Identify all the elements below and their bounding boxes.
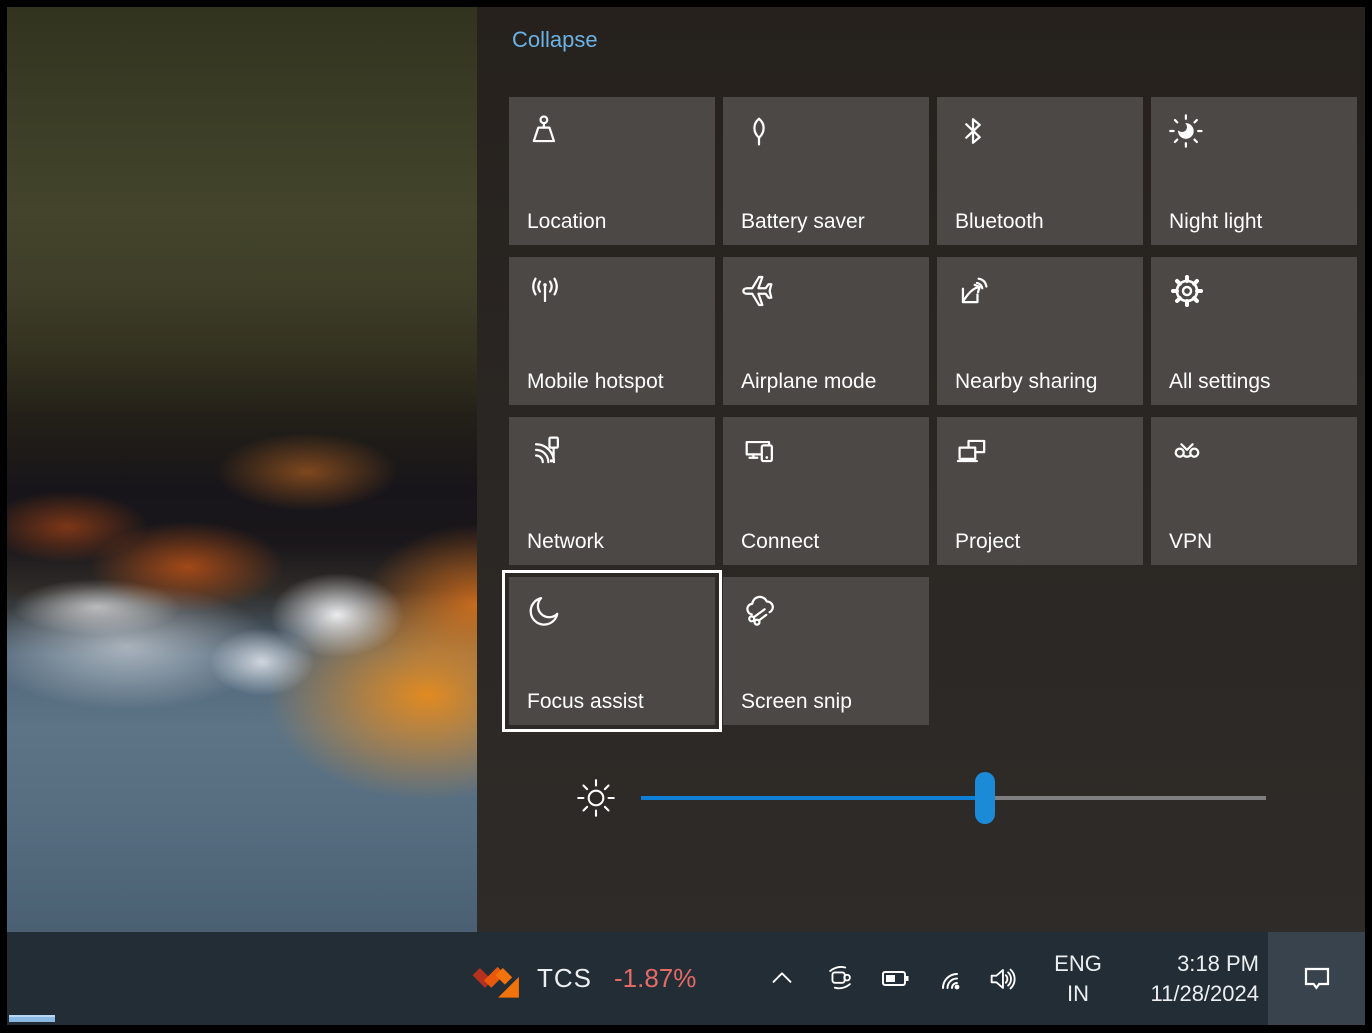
- screen-snip-icon: [740, 592, 778, 630]
- language-line2: IN: [1067, 979, 1089, 1009]
- show-hidden-icons-button[interactable]: [759, 932, 805, 1025]
- meet-now-icon: [824, 963, 856, 995]
- collapse-link[interactable]: Collapse: [512, 27, 598, 53]
- action-center-button[interactable]: [1268, 932, 1365, 1025]
- clock-time: 3:18 PM: [1177, 949, 1259, 979]
- network-icon: [526, 432, 564, 470]
- tile-bluetooth[interactable]: Bluetooth: [937, 97, 1143, 245]
- tile-connect[interactable]: Connect: [723, 417, 929, 565]
- taskbar: TCS -1.87%: [7, 932, 1365, 1025]
- quick-actions-grid: Location Battery saver Bluetooth: [509, 97, 1357, 725]
- tile-night-light[interactable]: Night light: [1151, 97, 1357, 245]
- tile-focus-assist[interactable]: Focus assist: [509, 577, 715, 725]
- airplane-mode-icon: [740, 272, 778, 310]
- brightness-slider[interactable]: [641, 772, 1266, 824]
- brightness-slider-row: [573, 763, 1293, 833]
- notification-icon: [1299, 961, 1335, 997]
- tile-mobile-hotspot[interactable]: Mobile hotspot: [509, 257, 715, 405]
- clock-date: 11/28/2024: [1151, 979, 1259, 1009]
- bluetooth-icon: [954, 112, 992, 150]
- screen: Collapse Location Battery saver: [0, 0, 1372, 1033]
- tile-screen-snip[interactable]: Screen snip: [723, 577, 929, 725]
- stock-symbol: TCS: [537, 963, 592, 994]
- tile-network[interactable]: Network: [509, 417, 715, 565]
- night-light-icon: [1168, 112, 1206, 150]
- brightness-slider-thumb[interactable]: [975, 772, 995, 824]
- tile-project[interactable]: Project: [937, 417, 1143, 565]
- tile-nearby-sharing[interactable]: Nearby sharing: [937, 257, 1143, 405]
- battery-icon: [880, 963, 912, 995]
- battery-button[interactable]: [873, 932, 919, 1025]
- all-settings-icon: [1168, 272, 1206, 310]
- tile-vpn[interactable]: VPN: [1151, 417, 1357, 565]
- tile-location[interactable]: Location: [509, 97, 715, 245]
- brightness-slider-fill: [641, 796, 985, 800]
- wifi-icon: [936, 963, 968, 995]
- stock-trend-down-icon: [471, 956, 521, 1002]
- stock-widget[interactable]: TCS -1.87%: [471, 932, 696, 1025]
- volume-button[interactable]: [979, 932, 1025, 1025]
- language-line1: ENG: [1054, 949, 1102, 979]
- mobile-hotspot-icon: [526, 272, 564, 310]
- volume-icon: [986, 963, 1018, 995]
- vpn-icon: [1168, 432, 1206, 470]
- focus-assist-icon: [526, 592, 564, 630]
- chevron-up-icon: [766, 963, 798, 995]
- project-icon: [954, 432, 992, 470]
- meet-now-button[interactable]: [817, 932, 863, 1025]
- action-center-panel: Collapse Location Battery saver: [477, 7, 1365, 932]
- taskbar-app-underline-indicator: [9, 1015, 55, 1022]
- tile-all-settings[interactable]: All settings: [1151, 257, 1357, 405]
- tile-battery-saver[interactable]: Battery saver: [723, 97, 929, 245]
- brightness-sun-icon: [573, 775, 619, 821]
- language-indicator[interactable]: ENG IN: [1041, 932, 1115, 1025]
- nearby-sharing-icon: [954, 272, 992, 310]
- location-icon: [526, 112, 564, 150]
- battery-saver-icon: [740, 112, 778, 150]
- desktop: Collapse Location Battery saver: [7, 7, 1365, 932]
- tile-airplane-mode[interactable]: Airplane mode: [723, 257, 929, 405]
- stock-change-percent: -1.87%: [614, 963, 696, 994]
- taskbar-clock[interactable]: 3:18 PM 11/28/2024: [1111, 932, 1259, 1025]
- connect-icon: [740, 432, 778, 470]
- wifi-button[interactable]: [929, 932, 975, 1025]
